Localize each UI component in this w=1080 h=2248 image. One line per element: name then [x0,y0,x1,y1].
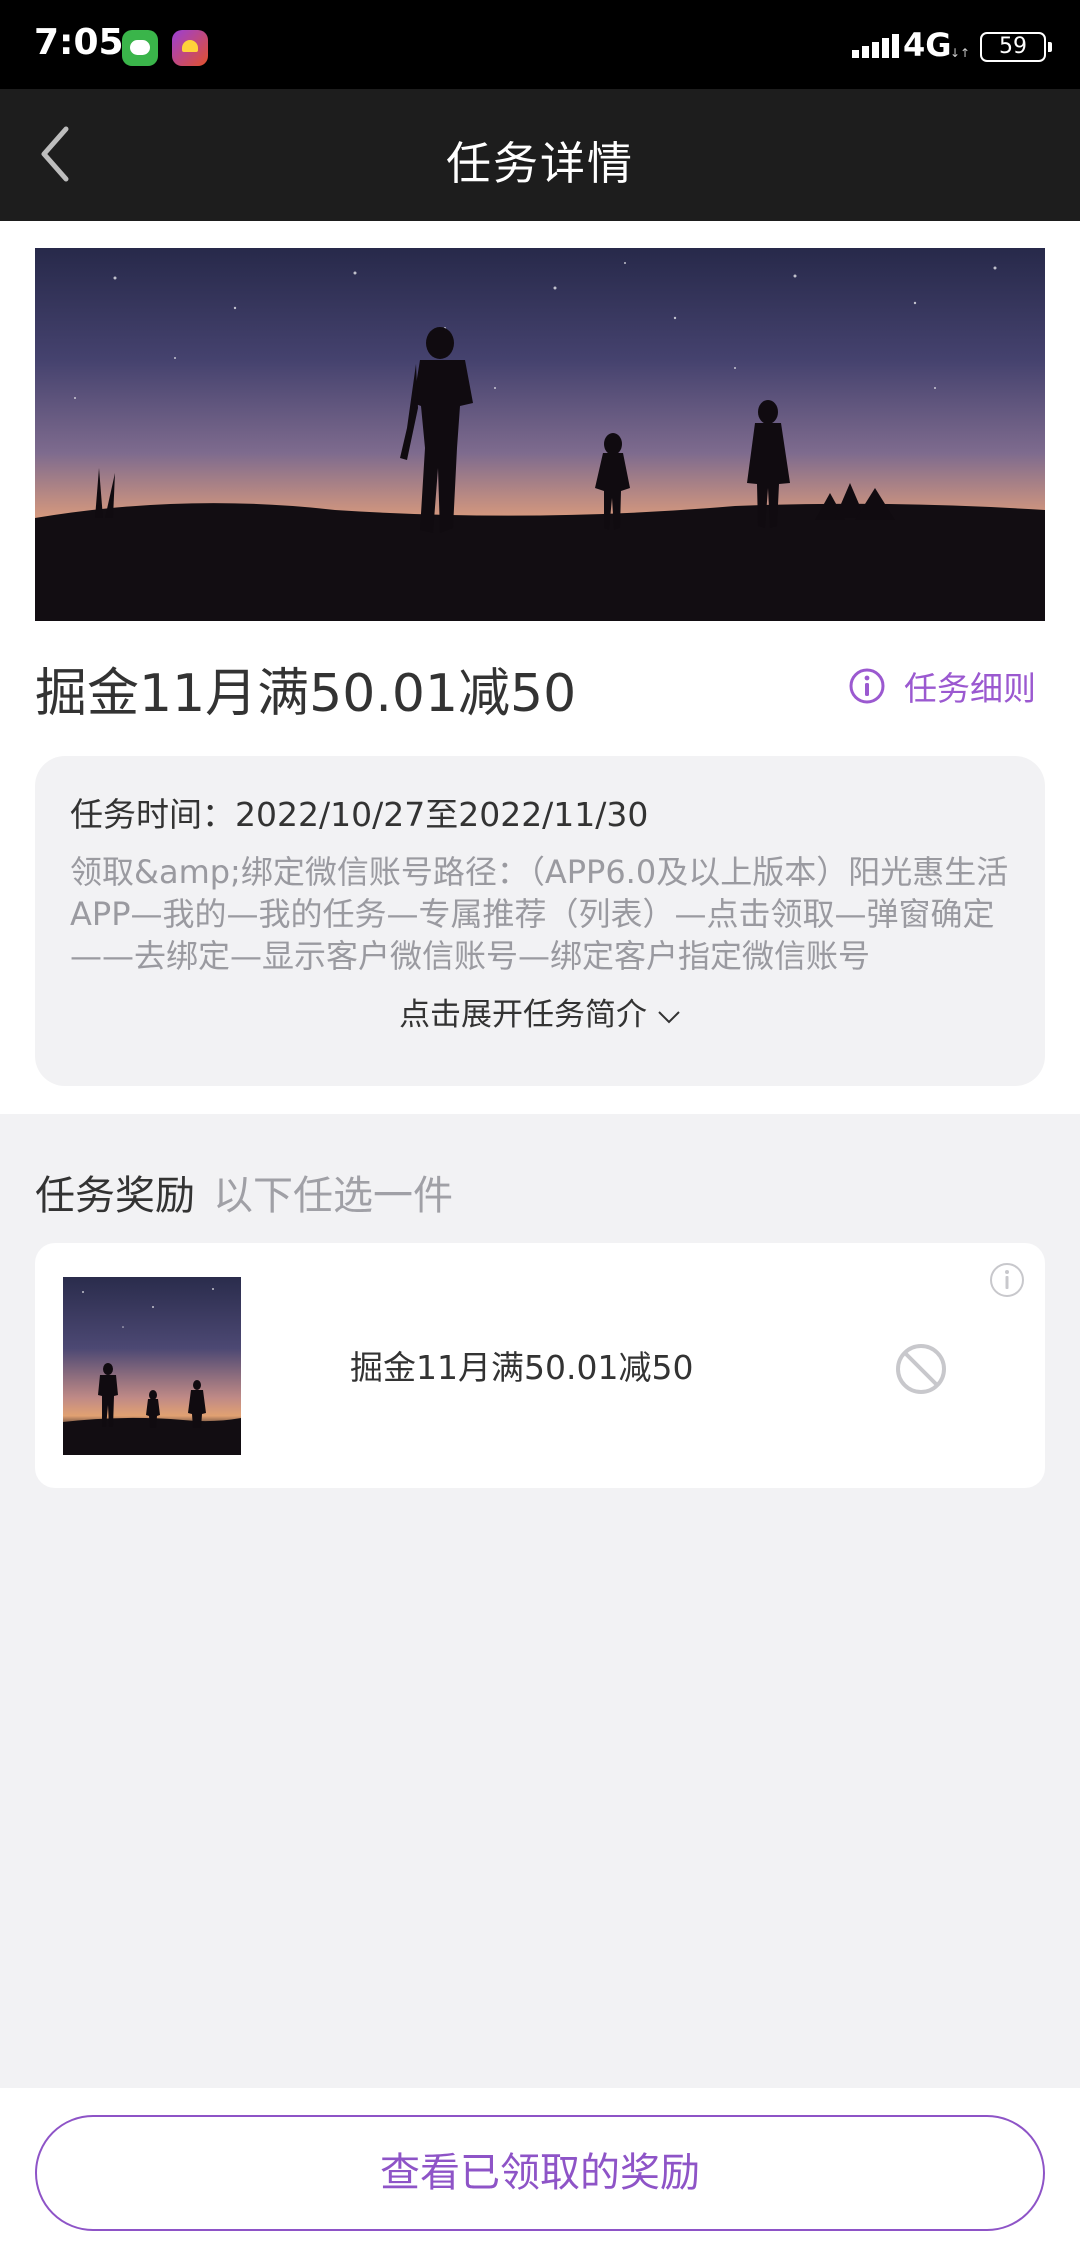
chevron-down-icon [658,1010,680,1023]
banner-image [35,248,1045,621]
reward-item[interactable]: 掘金11月满50.01减50 [35,1243,1045,1488]
messages-app-icon [122,30,158,66]
sun-app-icon [172,30,208,66]
rewards-header: 任务奖励 以下任选一件 [35,1163,453,1221]
status-time: 7:05 [34,22,124,63]
page-title: 任务详情 [445,137,634,190]
task-time: 任务时间：2022/10/27至2022/11/30 [70,788,648,836]
bottom-bar: 查看已领取的奖励 [0,2088,1080,2248]
task-title: 掘金11月满50.01减50 [35,664,577,724]
signal-icon [852,34,899,58]
status-bar: 7:05 4G ↓↑ 59 [0,0,1080,89]
rewards-title: 任务奖励 [35,1173,195,1219]
network-type: 4G [903,26,952,64]
reward-name: 掘金11月满50.01减50 [350,1348,694,1387]
nav-bar: 任务详情 [0,89,1080,221]
task-time-label: 任务时间： [70,795,235,834]
rewards-subtitle: 以下任选一件 [213,1173,453,1219]
ban-icon [896,1344,946,1394]
battery-icon: 59 [980,32,1052,62]
info-icon [990,1263,1024,1297]
task-card: 掘金11月满50.01减50 任务细则 任务时间：2022/10/27至2022… [0,221,1080,1114]
task-rules-link[interactable]: 任务细则 [848,661,1036,711]
task-time-value: 2022/10/27至2022/11/30 [235,795,649,834]
reward-thumbnail [63,1277,241,1455]
data-activity-icon: ↓↑ [950,46,971,60]
info-icon [849,668,885,704]
expand-description-button[interactable]: 点击展开任务简介 [35,989,1045,1034]
task-description: 领取&amp;绑定微信账号路径：（APP6.0及以上版本）阳光惠生活APP—我的… [70,853,1009,975]
task-info-box: 任务时间：2022/10/27至2022/11/30 领取&amp;绑定微信账号… [35,756,1045,1086]
task-rules-label: 任务细则 [904,669,1036,708]
reward-info-button[interactable] [987,1260,1027,1304]
expand-label: 点击展开任务简介 [399,997,648,1033]
reward-unavailable-indicator [893,1341,949,1401]
view-claimed-rewards-button[interactable]: 查看已领取的奖励 [35,2115,1045,2231]
